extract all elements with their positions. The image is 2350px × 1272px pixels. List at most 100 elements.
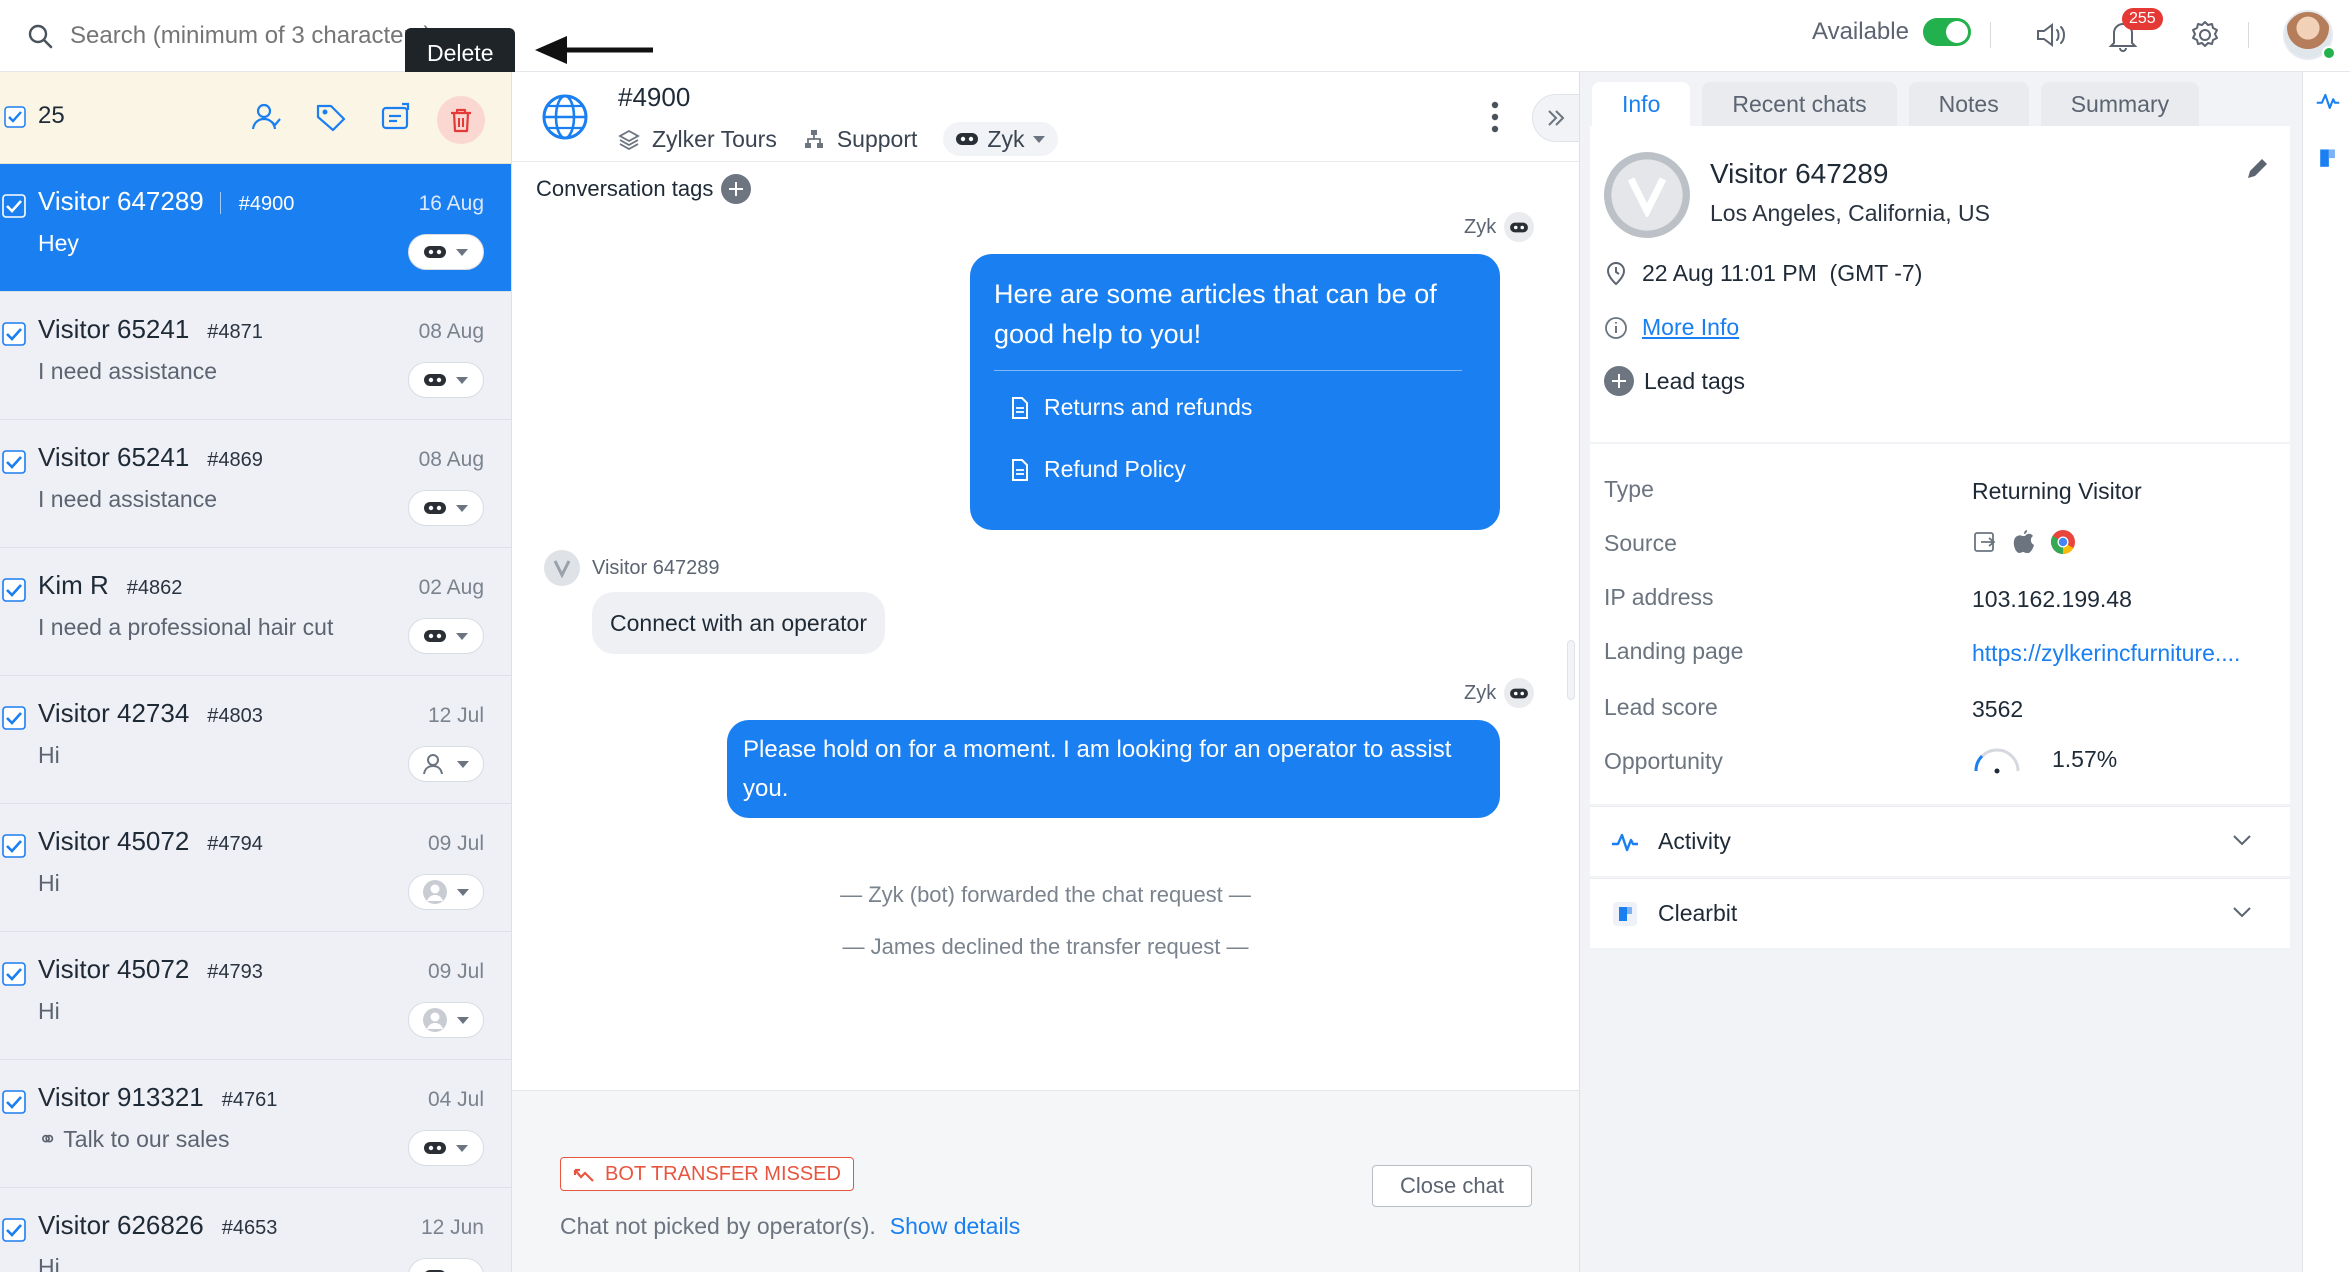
chat-list-item[interactable]: Visitor 647289 #4900 16 Aug Hey bbox=[0, 164, 511, 292]
speaker-icon[interactable] bbox=[2032, 16, 2070, 54]
row-checkbox[interactable] bbox=[2, 834, 26, 858]
chat-list-item[interactable]: Visitor 42734 #4803 12 Jul Hi bbox=[0, 676, 511, 804]
tab-info[interactable]: Info bbox=[1592, 82, 1691, 126]
row-checkbox[interactable] bbox=[2, 962, 26, 986]
prop-value-lead-score: 3562 bbox=[1972, 696, 2024, 722]
more-options-icon[interactable] bbox=[1490, 100, 1500, 134]
chat-id: #4793 bbox=[207, 961, 263, 983]
chat-list-item[interactable]: Visitor 45072 #4793 09 Jul Hi bbox=[0, 932, 511, 1060]
visitor-name: Kim R #4862 bbox=[38, 570, 182, 601]
row-checkbox[interactable] bbox=[2, 450, 26, 474]
gear-icon[interactable] bbox=[2186, 16, 2224, 54]
clearbit-icon[interactable] bbox=[2315, 146, 2341, 172]
chat-list-item[interactable]: Visitor 626826 #4653 12 Jun Hi bbox=[0, 1188, 511, 1272]
bot-sender-tag: Zyk bbox=[1464, 678, 1535, 708]
last-message: Hey bbox=[38, 230, 79, 257]
assignee-dropdown[interactable] bbox=[408, 874, 484, 910]
divider bbox=[219, 192, 221, 215]
row-checkbox[interactable] bbox=[2, 322, 26, 346]
add-tag-icon[interactable] bbox=[721, 174, 752, 204]
clearbit-icon bbox=[1613, 901, 1637, 926]
notification-badge: 255 bbox=[2122, 8, 2163, 30]
chat-list-item[interactable]: Visitor 45072 #4794 09 Jul Hi bbox=[0, 804, 511, 932]
bot-icon bbox=[424, 1142, 446, 1154]
bot-icon bbox=[424, 246, 446, 258]
assignee-dropdown[interactable] bbox=[408, 1258, 484, 1272]
last-message-text: Hi bbox=[38, 998, 60, 1024]
close-chat-button[interactable]: Close chat bbox=[1372, 1165, 1532, 1207]
prop-value-opportunity: 1.57% bbox=[1972, 744, 2117, 774]
chat-list-item[interactable]: Visitor 65241 #4871 08 Aug I need assistanc… bbox=[0, 292, 511, 420]
visitor-name-text: Visitor 647289 bbox=[38, 186, 204, 216]
brand-name[interactable]: Zylker Tours bbox=[652, 126, 777, 153]
chat-list-item[interactable]: Visitor 65241 #4869 08 Aug I need assistanc… bbox=[0, 420, 511, 548]
assignee-dropdown[interactable] bbox=[408, 234, 484, 270]
row-checkbox[interactable] bbox=[2, 578, 26, 602]
activity-icon[interactable] bbox=[2315, 88, 2341, 114]
tab-recent-chats[interactable]: Recent chats bbox=[1702, 82, 1897, 126]
article-link[interactable]: Returns and refunds bbox=[1010, 394, 1252, 421]
panel-resize-handle[interactable] bbox=[1567, 640, 1575, 700]
assignee-dropdown[interactable] bbox=[408, 618, 484, 654]
collapse-panel-button[interactable] bbox=[1532, 94, 1580, 142]
prop-label-lead-score: Lead score bbox=[1604, 694, 1718, 720]
assignee-dropdown[interactable] bbox=[408, 362, 484, 398]
last-message-text: I need assistance bbox=[38, 486, 218, 512]
sender-name: Visitor 647289 bbox=[592, 556, 720, 579]
user-avatar-icon bbox=[423, 1008, 447, 1032]
prop-value-source bbox=[1972, 528, 2076, 556]
visitor-sender-tag: Visitor 647289 bbox=[544, 550, 720, 586]
assignee-dropdown[interactable] bbox=[408, 746, 484, 782]
badge-text: BOT TRANSFER MISSED bbox=[605, 1162, 841, 1185]
assign-user-icon[interactable] bbox=[248, 100, 282, 134]
entry-icon bbox=[1974, 532, 1996, 552]
footer-note-text: Chat not picked by operator(s). bbox=[560, 1213, 876, 1239]
footer-note: Chat not picked by operator(s). Show deta… bbox=[560, 1213, 1020, 1240]
assignee-dropdown[interactable] bbox=[408, 1002, 484, 1038]
assignee-dropdown[interactable] bbox=[408, 490, 484, 526]
availability-toggle[interactable] bbox=[1922, 18, 1971, 46]
assignee-dropdown[interactable] bbox=[408, 1130, 484, 1166]
edit-icon[interactable] bbox=[2244, 156, 2270, 182]
more-info-link[interactable]: More Info bbox=[1642, 314, 1739, 341]
landing-page-link[interactable]: https://zylkerincfurniture.... bbox=[1972, 640, 2240, 667]
section-label: Clearbit bbox=[1658, 900, 1738, 926]
add-lead-tag-icon[interactable] bbox=[1604, 366, 1634, 396]
divider bbox=[1990, 22, 1991, 48]
row-checkbox[interactable] bbox=[2, 1218, 26, 1242]
last-message: I need a professional hair cut bbox=[38, 614, 333, 641]
chat-id: #4761 bbox=[221, 1089, 278, 1111]
row-checkbox[interactable] bbox=[2, 706, 26, 730]
tab-notes[interactable]: Notes bbox=[1908, 82, 2029, 126]
caret-down-icon bbox=[457, 889, 469, 896]
clearbit-section[interactable]: Clearbit bbox=[1590, 878, 2290, 948]
row-checkbox[interactable] bbox=[2, 194, 26, 218]
caret-down-icon bbox=[456, 249, 468, 256]
search-icon bbox=[28, 24, 53, 49]
tag-icon[interactable] bbox=[314, 100, 348, 134]
v-logo-icon bbox=[553, 560, 571, 578]
visitor-name-text: Kim R bbox=[38, 570, 109, 600]
bot-selector[interactable]: Zyk bbox=[943, 122, 1059, 156]
visitor-name-text: Visitor 626826 bbox=[38, 1210, 204, 1240]
row-checkbox[interactable] bbox=[2, 1090, 26, 1114]
lead-tags-row[interactable]: Lead tags bbox=[1604, 366, 1745, 396]
user-avatar-icon bbox=[423, 880, 447, 904]
activity-section[interactable]: Activity bbox=[1590, 806, 2290, 876]
department-name[interactable]: Support bbox=[837, 126, 918, 153]
bot-icon bbox=[1510, 222, 1529, 232]
export-icon[interactable] bbox=[380, 100, 414, 134]
chat-list-item[interactable]: Kim R #4862 02 Aug I need a professional ha… bbox=[0, 548, 511, 676]
chat-list-item[interactable]: Visitor 913321 #4761 04 Jul ⚭ Talk to our sa… bbox=[0, 1060, 511, 1188]
availability-status[interactable]: Available bbox=[1812, 18, 1971, 46]
article-link[interactable]: Refund Policy bbox=[1010, 456, 1186, 483]
show-details-link[interactable]: Show details bbox=[890, 1213, 1020, 1239]
delete-button[interactable] bbox=[437, 96, 485, 144]
chat-id: #4869 bbox=[207, 449, 263, 471]
chat-date: 08 Aug bbox=[418, 448, 484, 471]
select-all-checkbox[interactable] bbox=[4, 106, 26, 128]
chat-id: #4794 bbox=[207, 833, 263, 855]
visitor-name-text: Visitor 45072 bbox=[38, 826, 190, 856]
visitor-name-text: Visitor 42734 bbox=[38, 698, 190, 728]
tab-summary[interactable]: Summary bbox=[2040, 82, 2200, 126]
